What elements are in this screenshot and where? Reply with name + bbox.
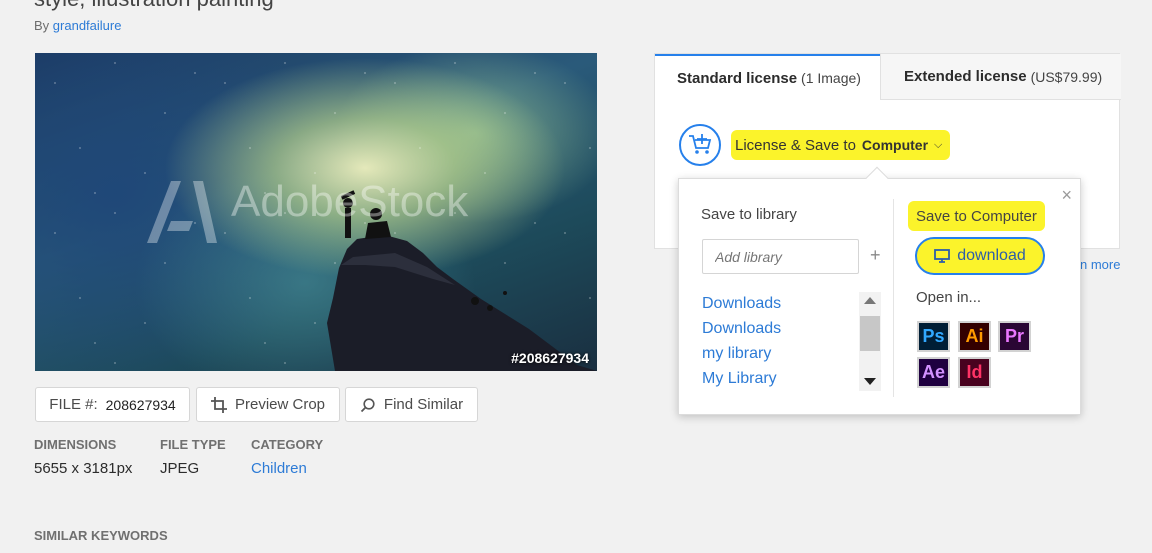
cart-button[interactable] [679, 124, 721, 166]
author-link[interactable]: grandfailure [53, 18, 122, 33]
premiere-icon[interactable]: Pr [998, 321, 1031, 352]
similar-keywords-heading: SIMILAR KEYWORDS [34, 528, 168, 543]
file-label: FILE #: [49, 396, 98, 413]
library-item[interactable]: My Library [702, 366, 882, 391]
app-label: Ae [921, 362, 945, 382]
add-to-cart-icon [689, 134, 712, 154]
library-scrollbar[interactable] [859, 292, 881, 391]
app-label: Ps [922, 326, 945, 346]
tab-extended-license[interactable]: Extended license (US$79.99) [880, 54, 1121, 100]
watermark: AdobeStock [231, 177, 469, 226]
find-similar-label: Find Similar [383, 396, 464, 413]
scroll-down-icon[interactable] [864, 378, 876, 385]
scroll-thumb[interactable] [860, 316, 880, 351]
save-target: Computer [861, 137, 929, 153]
close-icon[interactable]: × [1061, 185, 1072, 206]
app-label: Id [966, 362, 983, 382]
photoshop-icon[interactable]: Ps [917, 321, 950, 352]
image-id: #208627934 [511, 350, 589, 366]
adobe-logo-icon [147, 181, 217, 243]
library-list: Downloads Downloads my library My Librar… [702, 291, 882, 393]
extended-tab-label: Extended license [904, 68, 1027, 85]
extended-tab-sub: (US$79.99) [1030, 68, 1103, 85]
crop-icon [210, 396, 227, 413]
filetype-label: FILE TYPE [160, 437, 226, 452]
app-label: Ai [965, 326, 984, 346]
save-to-computer-heading: Save to Computer [908, 201, 1045, 231]
category-label: CATEGORY [251, 437, 324, 452]
standard-tab-label: Standard license [677, 69, 798, 87]
learn-more-link[interactable]: n more [1080, 257, 1120, 272]
save-prefix: License & Save to [735, 136, 856, 154]
dimensions-label: DIMENSIONS [34, 437, 117, 452]
plus-icon[interactable]: + [870, 245, 881, 266]
category-link[interactable]: Children [251, 460, 307, 477]
byline-prefix: By [34, 18, 50, 33]
scroll-up-icon[interactable] [864, 297, 876, 304]
filetype-value: JPEG [160, 460, 200, 477]
library-item[interactable]: Downloads [702, 291, 882, 316]
page-title: style, illustration painting [34, 0, 274, 12]
dimensions-value: 5655 x 3181px [34, 460, 133, 477]
search-icon [360, 397, 375, 412]
library-item[interactable]: my library [702, 341, 882, 366]
file-number: 208627934 [105, 396, 176, 413]
indesign-icon[interactable]: Id [958, 357, 991, 388]
save-popover: × Save to library + Downloads Downloads … [678, 166, 1081, 415]
after-effects-icon[interactable]: Ae [917, 357, 950, 388]
open-in-label: Open in... [916, 289, 982, 306]
library-item[interactable]: Downloads [702, 316, 882, 341]
find-similar-button[interactable]: Find Similar [345, 387, 478, 422]
illustrator-icon[interactable]: Ai [958, 321, 991, 352]
download-label: download [957, 247, 1026, 264]
tab-standard-license[interactable]: Standard license (1 Image) [655, 54, 880, 100]
monitor-icon [934, 249, 951, 263]
save-to-library-heading: Save to library [701, 206, 797, 223]
byline: By grandfailure [34, 18, 121, 33]
chevron-down-icon: ⌵ [934, 138, 943, 151]
popover-divider [893, 199, 894, 397]
preview-crop-button[interactable]: Preview Crop [196, 387, 340, 422]
standard-tab-sub: (1 Image) [801, 70, 861, 86]
license-save-dropdown[interactable]: License & Save to Computer ⌵ [731, 130, 951, 160]
add-library-input[interactable] [702, 239, 859, 274]
app-label: Pr [1004, 326, 1024, 346]
preview-crop-label: Preview Crop [234, 396, 326, 413]
download-button[interactable]: download [915, 237, 1045, 275]
preview-image[interactable]: AdobeStock #208627934 [35, 53, 597, 371]
file-number-button[interactable]: FILE #: 208627934 [35, 387, 190, 422]
